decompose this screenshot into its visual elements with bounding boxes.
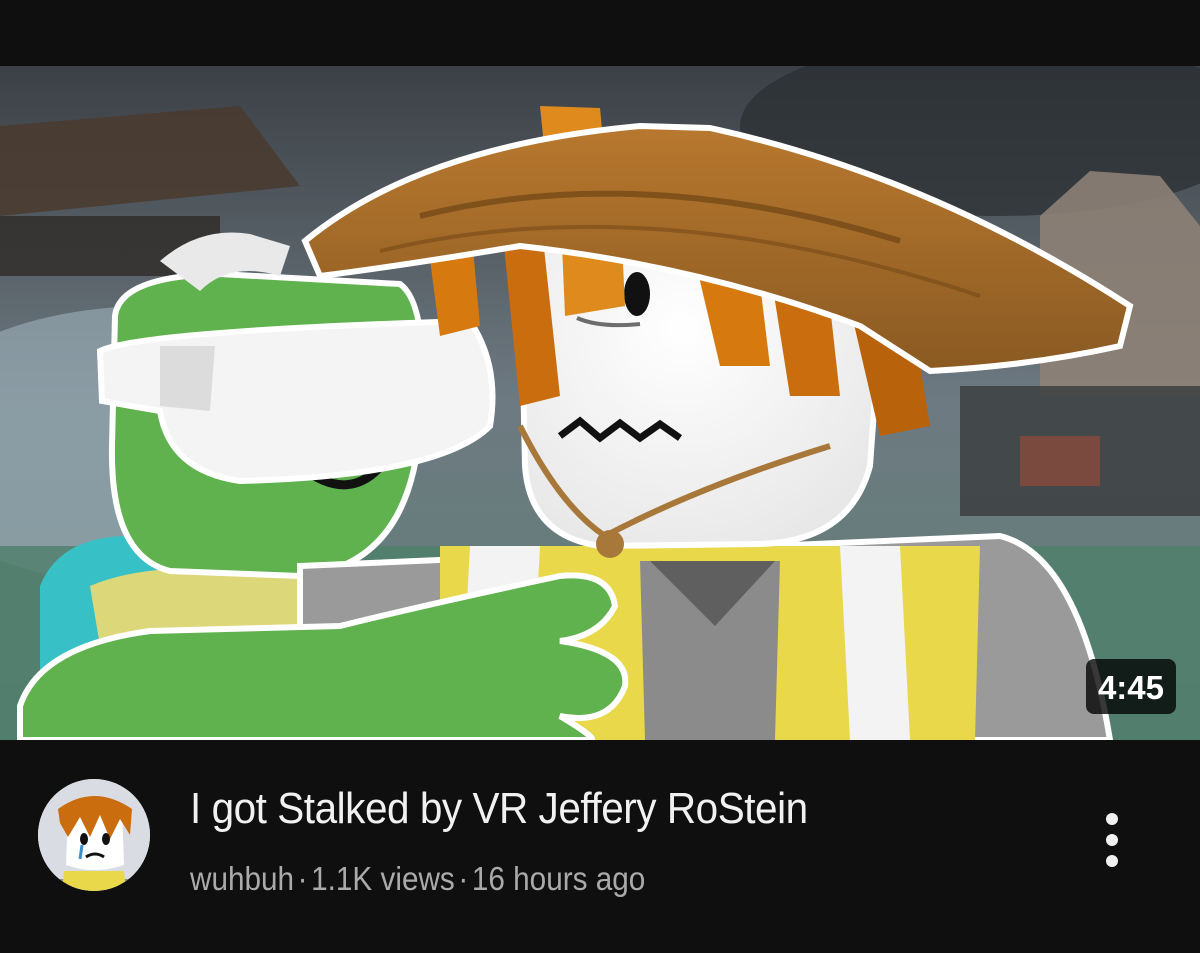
upload-age: 16 hours ago xyxy=(471,860,646,897)
more-vert-icon[interactable] xyxy=(1092,792,1132,888)
video-subtitle: wuhbuh · 1.1K views · 16 hours ago xyxy=(190,860,645,898)
duration-badge: 4:45 xyxy=(1085,659,1176,714)
view-count: 1.1K views xyxy=(311,860,455,897)
more-dot xyxy=(1106,834,1118,846)
video-meta-row: I got Stalked by VR Jeffery RoStein wuhb… xyxy=(0,740,1200,953)
thumbnail-illustration xyxy=(0,66,1200,740)
channel-name[interactable]: wuhbuh xyxy=(190,860,294,897)
channel-avatar[interactable] xyxy=(38,779,150,891)
top-bar xyxy=(0,0,1200,66)
video-thumbnail[interactable]: 4:45 xyxy=(0,66,1200,740)
more-dot xyxy=(1106,813,1118,825)
avatar-icon xyxy=(38,779,150,891)
video-title[interactable]: I got Stalked by VR Jeffery RoStein xyxy=(190,784,981,834)
separator: · xyxy=(297,860,308,897)
separator: · xyxy=(458,860,469,897)
more-dot xyxy=(1106,855,1118,867)
